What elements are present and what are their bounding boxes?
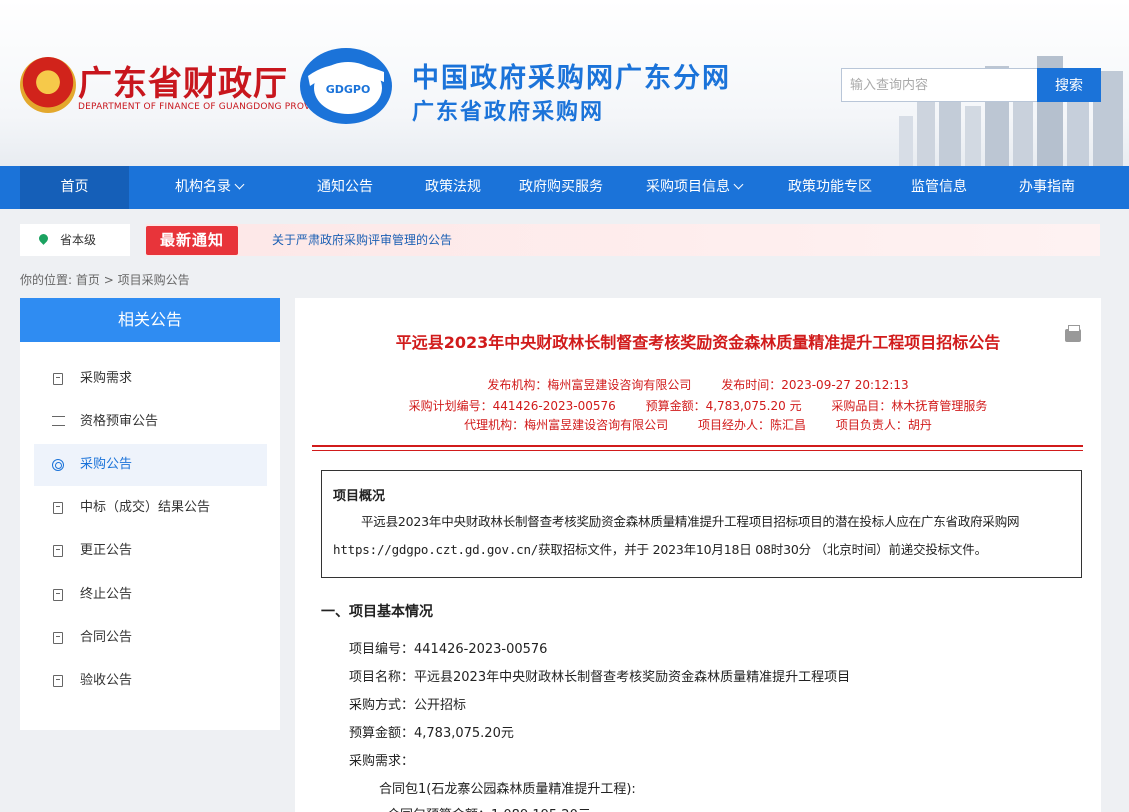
print-icon[interactable]: [1065, 325, 1081, 342]
overview-title: 项目概况: [333, 489, 386, 504]
budget-row: 预算金额：4,783,075.20元: [349, 726, 514, 741]
divider: [312, 445, 1083, 447]
document-icon: [53, 675, 63, 687]
contract-package: 合同包1(石龙寨公园森林质量精准提升工程):: [379, 782, 636, 797]
location-pin-icon: [37, 232, 50, 245]
nav-policies[interactable]: 政策法规: [400, 166, 506, 209]
publisher: 发布机构：梅州富昱建设咨询有限公司: [487, 378, 692, 392]
target-icon: [52, 459, 64, 471]
portal-title-line2: 广东省政府采购网: [412, 100, 605, 125]
breadcrumb-current[interactable]: 项目采购公告: [118, 273, 190, 287]
main-nav: 首页 机构名录 通知公告 政策法规 政府购买服务 采购项目信息 政策功能专区 监…: [0, 166, 1129, 209]
overview-text: 平远县2023年中央财政林长制督查考核奖励资金森林质量精准提升工程项目招标项目的…: [333, 514, 1020, 557]
project-handler: 项目经办人：陈汇昌: [697, 418, 806, 432]
svg-text:GDGPO: GDGPO: [326, 83, 371, 96]
project-number: 项目编号：441426-2023-00576: [349, 642, 548, 657]
finance-dept-subtitle: DEPARTMENT OF FINANCE OF GUANGDONG PROVI…: [78, 102, 333, 112]
breadcrumb-home[interactable]: 首页: [76, 273, 100, 287]
document-icon: [53, 632, 63, 644]
breadcrumb: 你的位置: 首页 > 项目采购公告: [20, 271, 190, 288]
project-name: 项目名称：平远县2023年中央财政林长制督查考核奖励资金森林质量精准提升工程项目: [349, 670, 851, 685]
document-icon: [53, 373, 63, 385]
nav-gov-purchase-services[interactable]: 政府购买服务: [506, 166, 616, 209]
region-selector[interactable]: 省本级: [20, 224, 130, 256]
procurement-category: 采购品目：林木抚育管理服务: [831, 399, 988, 413]
sidebar-item-contract[interactable]: 合同公告: [34, 617, 267, 659]
overview-box: 项目概况 平远县2023年中央财政林长制督查考核奖励资金森林质量精准提升工程项目…: [321, 470, 1082, 578]
nav-guide[interactable]: 办事指南: [1000, 166, 1094, 209]
nav-directory[interactable]: 机构名录: [150, 166, 268, 209]
meta-line-3: 代理机构：梅州富昱建设咨询有限公司 项目经办人：陈汇昌 项目负责人：胡丹: [295, 416, 1101, 433]
package-budget: 合同包预算金额：1,089,195.20元: [387, 804, 591, 812]
sidebar-item-award-result[interactable]: 中标（成交）结果公告: [34, 487, 267, 529]
portal-title-line1: 中国政府采购网广东分网: [412, 63, 731, 94]
article-panel: 平远县2023年中央财政林长制督查考核奖励资金森林质量精准提升工程项目招标公告 …: [295, 298, 1101, 812]
document-icon: [53, 545, 63, 557]
nav-home[interactable]: 首页: [20, 166, 129, 209]
breadcrumb-label: 你的位置:: [20, 273, 73, 287]
procurement-method: 采购方式：公开招标: [349, 698, 467, 713]
city-skyline-image: [899, 56, 1123, 166]
sidebar-item-prequalification[interactable]: 资格预审公告: [34, 401, 267, 443]
nav-notices[interactable]: 通知公告: [290, 166, 400, 209]
agency: 代理机构：梅州富昱建设咨询有限公司: [464, 418, 669, 432]
section-title: 一、项目基本情况: [321, 604, 433, 620]
search-input[interactable]: [841, 68, 1038, 102]
nav-policy-zone[interactable]: 政策功能专区: [772, 166, 888, 209]
sidebar-item-acceptance[interactable]: 验收公告: [34, 660, 267, 702]
document-icon: [53, 589, 63, 601]
site-header: 广东省财政厅 DEPARTMENT OF FINANCE OF GUANGDON…: [0, 0, 1129, 166]
sidebar-item-procurement-notice[interactable]: 采购公告: [34, 444, 267, 486]
plan-number: 采购计划编号：441426-2023-00576: [408, 399, 616, 413]
gdgpo-logo: GDGPO: [300, 48, 392, 124]
notice-link[interactable]: 关于严肃政府采购评审管理的公告: [272, 224, 452, 256]
nav-procurement-info[interactable]: 采购项目信息: [630, 166, 758, 209]
chevron-down-icon: [234, 179, 245, 190]
breadcrumb-separator: >: [103, 273, 114, 287]
project-manager: 项目负责人：胡丹: [835, 418, 932, 432]
divider: [312, 450, 1083, 451]
latest-notice-badge: 最新通知: [146, 226, 238, 255]
budget-amount: 预算金额：4,783,075.20 元: [645, 399, 802, 413]
sidebar-item-correction[interactable]: 更正公告: [34, 530, 267, 572]
document-icon: [53, 502, 63, 514]
sidebar-title: 相关公告: [20, 298, 280, 342]
sidebar-item-termination[interactable]: 终止公告: [34, 574, 267, 616]
chevron-down-icon: [733, 179, 744, 190]
finance-dept-title: 广东省财政厅: [78, 64, 288, 104]
article-title: 平远县2023年中央财政林长制督查考核奖励资金森林质量精准提升工程项目招标公告: [395, 333, 1001, 352]
gdgpo-url[interactable]: https://gdgpo.czt.gd.gov.cn/: [333, 542, 538, 557]
sidebar-item-requirements[interactable]: 采购需求: [34, 358, 267, 400]
meta-line-2: 采购计划编号：441426-2023-00576 预算金额：4,783,075.…: [295, 397, 1101, 414]
publish-time: 发布时间：2023-09-27 20:12:13: [721, 378, 909, 392]
demand-row: 采购需求：: [349, 754, 415, 769]
meta-line-1: 发布机构：梅州富昱建设咨询有限公司 发布时间：2023-09-27 20:12:…: [295, 376, 1101, 393]
search-button[interactable]: 搜索: [1037, 68, 1101, 102]
swap-icon: [52, 416, 65, 426]
national-emblem-icon: [20, 57, 76, 113]
nav-supervision[interactable]: 监管信息: [890, 166, 988, 209]
sidebar: 相关公告 采购需求 资格预审公告 采购公告 中标（成交）结果公告 更正公告 终止…: [20, 298, 280, 730]
region-label: 省本级: [60, 233, 97, 247]
